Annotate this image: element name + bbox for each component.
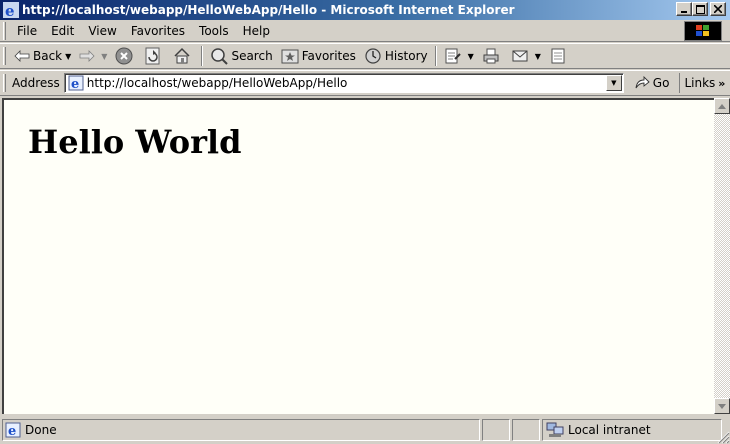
menu-favorites[interactable]: Favorites	[124, 24, 192, 38]
home-icon	[174, 47, 190, 64]
maximize-icon	[695, 4, 705, 14]
chevron-down-icon: ▼	[611, 79, 617, 87]
svg-text:e: e	[5, 2, 15, 18]
address-label: Address	[12, 76, 60, 90]
mail-dropdown-icon[interactable]: ▼	[535, 52, 541, 61]
history-icon	[365, 48, 381, 64]
search-button[interactable]: Search	[206, 45, 276, 67]
menu-view[interactable]: View	[81, 24, 123, 38]
back-arrow-icon	[14, 50, 30, 62]
status-zone-pane[interactable]: Local intranet	[542, 419, 722, 441]
forward-dropdown-icon[interactable]: ▼	[101, 52, 107, 61]
refresh-icon	[145, 47, 160, 65]
address-field[interactable]: e http://localhost/webapp/HelloWebApp/He…	[63, 73, 624, 93]
menu-file[interactable]: File	[10, 24, 44, 38]
resize-grip-icon[interactable]	[716, 430, 730, 444]
vertical-scrollbar[interactable]	[714, 98, 730, 414]
links-label: Links	[684, 76, 716, 90]
toolbar-grip[interactable]	[3, 47, 6, 65]
toolbar-separator-2	[434, 46, 437, 66]
svg-text:e: e	[8, 424, 16, 438]
address-url[interactable]: http://localhost/webapp/HelloWebApp/Hell…	[87, 76, 348, 90]
status-text-pane: e Done	[2, 419, 480, 441]
ie-page-icon: e	[68, 75, 84, 91]
maximize-button[interactable]	[692, 2, 708, 16]
discuss-icon	[551, 48, 565, 64]
status-text: Done	[25, 423, 57, 437]
toolbar-separator	[201, 46, 204, 66]
windows-logo-throbber	[684, 21, 722, 41]
menu-help[interactable]: Help	[236, 24, 277, 38]
minimize-icon	[681, 11, 687, 13]
search-icon	[211, 48, 229, 65]
go-button[interactable]: Go	[624, 76, 676, 90]
favorites-icon	[281, 49, 299, 64]
stop-icon	[115, 47, 133, 65]
address-bar: Address e http://localhost/webapp/HelloW…	[0, 70, 730, 96]
scroll-down-button[interactable]	[714, 398, 730, 414]
menu-edit[interactable]: Edit	[44, 24, 81, 38]
menu-bar: File Edit View Favorites Tools Help	[0, 20, 730, 42]
back-button[interactable]: Back ▼	[10, 45, 75, 67]
ie-logo-icon: e	[3, 2, 19, 18]
mail-button[interactable]: ▼	[507, 45, 545, 67]
stop-button[interactable]	[111, 45, 140, 67]
links-button[interactable]: Links »	[679, 73, 729, 93]
print-button[interactable]	[478, 45, 507, 67]
status-progress-pane	[482, 419, 510, 441]
close-button[interactable]	[710, 2, 726, 16]
status-bar: e Done Local intranet	[0, 416, 730, 444]
edit-page-button[interactable]: ▼	[440, 45, 478, 67]
page-heading: Hello World	[28, 123, 242, 161]
scroll-track[interactable]	[714, 114, 730, 398]
favorites-button[interactable]: Favorites	[277, 45, 360, 67]
menu-tools[interactable]: Tools	[192, 24, 236, 38]
back-label: Back	[33, 49, 63, 63]
search-label: Search	[231, 49, 273, 63]
window-controls	[676, 2, 726, 16]
links-chevron-icon: »	[718, 76, 726, 90]
status-zone-text: Local intranet	[568, 423, 651, 437]
addressbar-grip[interactable]	[3, 74, 6, 92]
intranet-zone-icon	[546, 422, 564, 437]
print-icon	[483, 48, 499, 64]
edit-dropdown-icon[interactable]: ▼	[468, 52, 474, 61]
forward-button[interactable]: ▼	[75, 45, 111, 67]
address-dropdown-button[interactable]: ▼	[605, 75, 622, 91]
forward-arrow-icon	[79, 50, 95, 62]
standard-toolbar: Back ▼ ▼ Search Favorites History ▼ ▼	[0, 43, 730, 69]
scroll-up-button[interactable]	[714, 98, 730, 114]
status-security-pane	[512, 419, 540, 441]
close-icon	[714, 5, 722, 13]
window-title: http://localhost/webapp/HelloWebApp/Hell…	[22, 3, 515, 17]
title-bar[interactable]: e http://localhost/webapp/HelloWebApp/He…	[0, 0, 730, 20]
browser-window: e http://localhost/webapp/HelloWebApp/He…	[0, 0, 730, 444]
minimize-button[interactable]	[676, 2, 692, 16]
home-button[interactable]	[169, 45, 198, 67]
history-button[interactable]: History	[360, 45, 432, 67]
back-dropdown-icon[interactable]: ▼	[65, 52, 71, 61]
windows-logo-icon	[696, 25, 709, 36]
ie-page-icon: e	[5, 422, 21, 438]
mail-icon	[512, 50, 528, 62]
svg-text:e: e	[71, 77, 79, 91]
refresh-button[interactable]	[140, 45, 169, 67]
edit-icon	[445, 48, 461, 64]
history-label: History	[384, 49, 428, 63]
go-label: Go	[652, 76, 670, 90]
go-arrow-icon	[635, 76, 650, 89]
menubar-grip[interactable]	[3, 21, 6, 40]
page-content: Hello World	[2, 98, 714, 414]
scroll-up-icon	[718, 103, 726, 109]
favorites-label: Favorites	[301, 49, 356, 63]
discuss-button[interactable]	[545, 45, 574, 67]
scroll-down-icon	[718, 403, 726, 409]
